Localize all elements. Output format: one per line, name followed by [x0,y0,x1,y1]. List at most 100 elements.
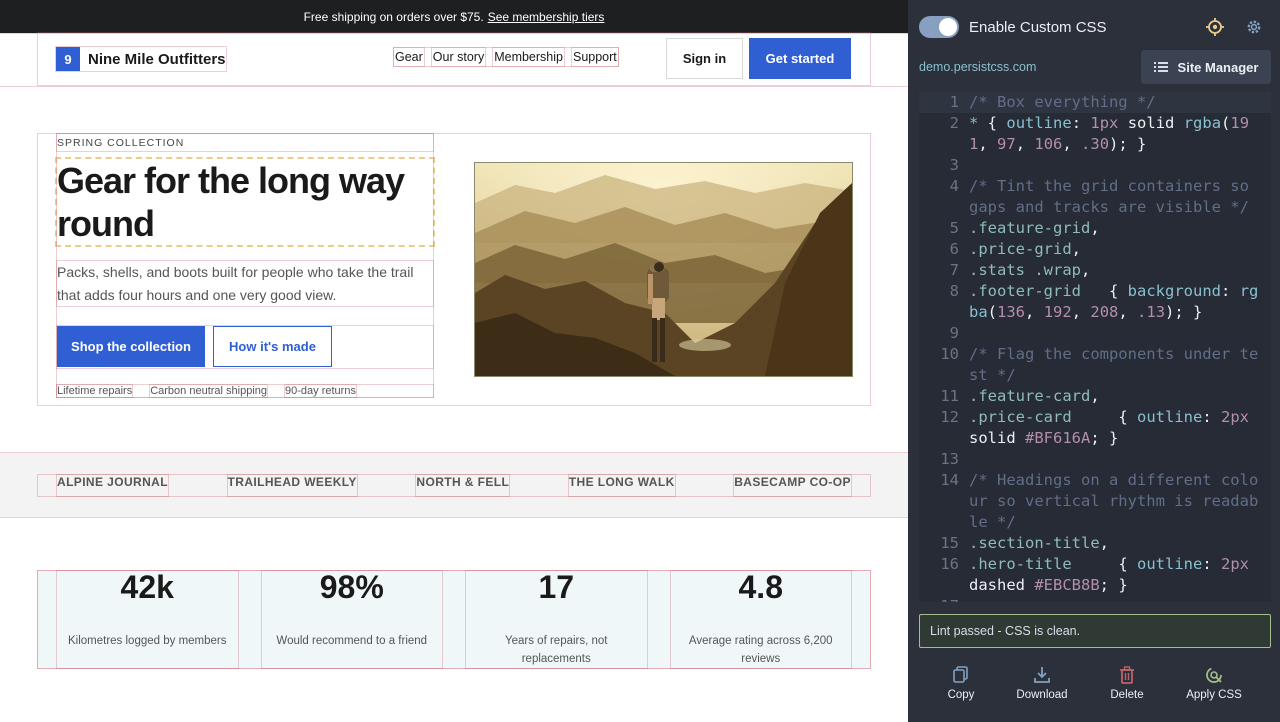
code-text: /* Tint the grid containers so gaps and … [969,177,1259,216]
gear-icon[interactable] [1243,16,1265,38]
membership-tiers-link[interactable]: See membership tiers [488,10,605,24]
brand-name: Nine Mile Outfitters [88,50,226,68]
code-text: .price-card { outline: 2px solid #BF616A… [969,408,1259,447]
nav-gear[interactable]: Gear [393,47,425,67]
nav-support[interactable]: Support [570,47,619,67]
hero-title: Gear for the long way round [55,157,435,247]
line-number: 11 [940,387,959,405]
code-line[interactable]: 5 .feature-grid, [919,218,1271,239]
logo-north-fell: NORTH & FELL [415,474,511,497]
code-text: /* Headings on a different colour so ver… [969,471,1259,531]
download-icon [1034,667,1050,683]
perk-carbon-neutral: Carbon neutral shipping [149,384,269,398]
perk-lifetime-repairs: Lifetime repairs [55,384,134,398]
banner-text: Free shipping on orders over $75. [303,9,484,24]
line-number: 12 [940,408,959,426]
panel-title: Enable Custom CSS [969,18,1107,36]
line-number: 15 [940,534,959,552]
code-text: .feature-grid, [969,219,1100,237]
code-line[interactable]: 16 .hero-title { outline: 2px dashed #EBC… [919,554,1271,596]
logo-trailhead-weekly: TRAILHEAD WEEKLY [226,474,358,497]
code-text: .stats .wrap, [969,261,1091,279]
css-code-editor[interactable]: 1 /* Box everything */ 2 * { outline: 1px s… [919,92,1271,602]
line-number: 1 [949,93,959,111]
code-text: /* Flag the components under test */ [969,345,1259,384]
line-number: 6 [949,240,959,258]
stat-value: 98% [319,569,384,605]
code-line[interactable]: 11 .feature-card, [919,386,1271,407]
stat-card: 98% Would recommend to a friend [260,569,443,669]
stat-value: 4.8 [738,569,783,605]
logo-alpine-journal: ALPINE JOURNAL [56,474,169,497]
copy-icon [953,666,968,683]
line-number: 17 [919,596,959,602]
announcement-banner: Free shipping on orders over $75. See me… [0,0,908,34]
hiker-mountain-illustration [475,163,852,376]
code-text: .hero-title { outline: 2px dashed #EBCB8… [969,555,1259,594]
code-line[interactable]: 3 [919,155,1271,176]
how-its-made-button[interactable]: How it's made [213,326,332,367]
code-text: * { outline: 1px solid rgba(191, 97, 106… [969,114,1250,153]
site-domain: demo.persistcss.com [919,60,1037,74]
apply-css-button[interactable]: Apply CSS [1174,666,1254,701]
code-line[interactable]: 12 .price-card { outline: 2px solid #BF61… [919,407,1271,449]
code-line[interactable]: 9 [919,323,1271,344]
line-number: 16 [940,555,959,573]
code-line[interactable]: 7 .stats .wrap, [919,260,1271,281]
delete-button[interactable]: Delete [1087,666,1167,701]
code-line[interactable]: 15 .section-title, [919,533,1271,554]
code-line[interactable]: 10 /* Flag the components under test */ [919,344,1271,386]
site-manager-button[interactable]: Site Manager [1141,50,1271,84]
sign-in-button[interactable]: Sign in [666,38,743,79]
locate-icon[interactable] [1204,16,1226,38]
trash-icon [1120,666,1134,684]
code-text: .section-title, [969,534,1109,552]
nav-our-story[interactable]: Our story [430,47,487,67]
line-number: 8 [949,282,959,300]
hero-perks: Lifetime repairs Carbon neutral shipping… [55,384,434,398]
code-line[interactable]: 8 .footer-grid { background: rgba(136, 19… [919,281,1271,323]
list-icon [1153,62,1168,72]
code-line[interactable]: 6 .price-grid, [919,239,1271,260]
stat-label: Kilometres logged by members [67,635,227,647]
site-header: 9 Nine Mile Outfitters Gear Our story Me… [37,32,871,86]
copy-button[interactable]: Copy [921,666,1001,701]
line-number: 4 [949,177,959,195]
line-number: 14 [940,471,959,489]
nav-membership[interactable]: Membership [492,47,565,67]
hero-content: SPRING COLLECTION Gear for the long way … [55,133,435,398]
stat-card: 42k Kilometres logged by members [56,570,239,669]
download-button[interactable]: Download [1002,666,1082,701]
shop-collection-button[interactable]: Shop the collection [57,326,205,367]
stat-label: Years of repairs, not replacements [505,635,608,665]
site-manager-label: Site Manager [1177,59,1259,75]
code-line[interactable]: 2 * { outline: 1px solid rgba(191, 97, 10… [919,113,1271,155]
line-number: 5 [949,219,959,237]
get-started-button[interactable]: Get started [749,38,851,79]
code-text: .footer-grid { background: rgba(136, 192… [969,282,1259,321]
code-line[interactable]: 17 [919,596,1271,602]
logo-long-walk: THE LONG WALK [567,474,676,497]
line-number: 10 [940,345,959,363]
stat-label: Would recommend to a friend [276,635,428,647]
perk-returns: 90-day returns [284,384,357,398]
hero-cta-group: Shop the collection How it's made [56,325,434,369]
download-label: Download [1016,689,1068,701]
hero-subtitle: Packs, shells, and boots built for peopl… [56,260,434,307]
main-nav: Gear Our story Membership Support [393,47,619,67]
code-line[interactable]: 1 /* Box everything */ [919,92,1271,113]
stat-value: 17 [538,569,575,605]
apply-icon [1206,667,1222,683]
panel-actions: Copy Download Delete Apply CSS [908,666,1280,710]
press-logos: ALPINE JOURNAL TRAILHEAD WEEKLY NORTH & … [37,474,871,497]
code-line[interactable]: 13 [919,449,1271,470]
line-number: 2 [949,114,959,132]
stats-grid: 42k Kilometres logged by members 98% Wou… [37,569,871,669]
code-text: .feature-card, [969,387,1100,405]
enable-css-toggle[interactable] [919,16,959,38]
line-number: 9 [949,324,959,342]
code-line[interactable]: 14 /* Headings on a different colour so v… [919,470,1271,533]
code-line[interactable]: 4 /* Tint the grid containers so gaps and… [919,176,1271,218]
brand-logo[interactable]: 9 Nine Mile Outfitters [55,46,227,72]
